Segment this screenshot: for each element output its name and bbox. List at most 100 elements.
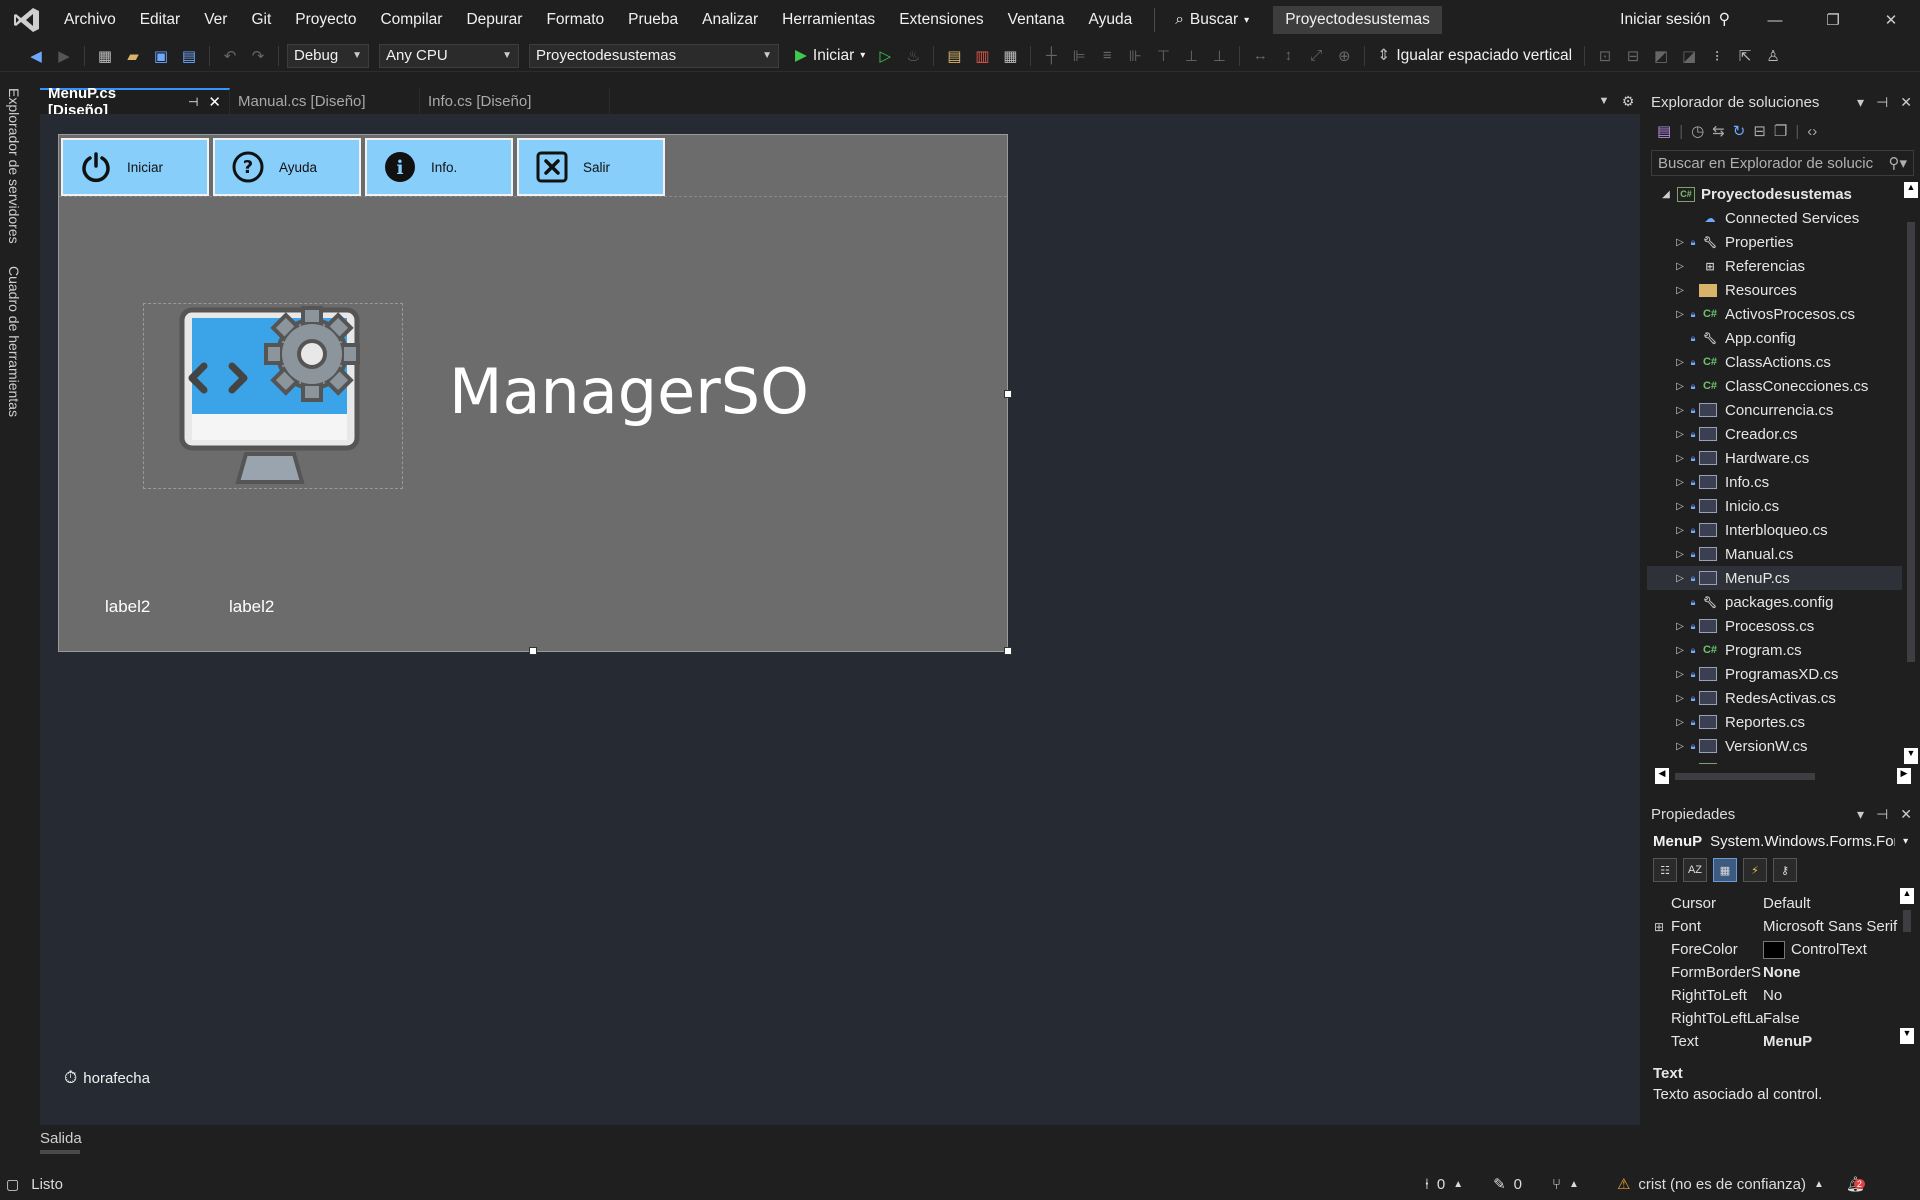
tree-vertical-scrollbar[interactable]: ▲ ▼ xyxy=(1902,182,1920,764)
tree-item[interactable]: ▷ 🔒︎ Hardware.cs xyxy=(1647,446,1920,470)
scroll-down-icon[interactable]: ▼ xyxy=(1904,748,1918,764)
scroll-left-icon[interactable]: ◀ xyxy=(1655,768,1669,784)
center-vertical-icon[interactable]: ⊟ xyxy=(1621,44,1645,68)
align-middle-icon[interactable]: ⊥ xyxy=(1179,44,1203,68)
expand-arrow-icon[interactable]: ▷ xyxy=(1673,237,1687,248)
startup-project-dropdown[interactable]: Proyectodesustemas ▼ xyxy=(529,43,779,68)
menu-herramientas[interactable]: Herramientas xyxy=(770,0,887,40)
chevron-down-icon[interactable]: ▾ xyxy=(1857,806,1864,823)
tree-item[interactable]: ▷ 🔒︎ Creador.cs xyxy=(1647,422,1920,446)
menu-git[interactable]: Git xyxy=(239,0,283,40)
property-object-selector[interactable]: MenuP System.Windows.Forms.For ▾ xyxy=(1647,828,1920,854)
property-row[interactable]: ForeColor ControlText xyxy=(1647,938,1920,961)
tab-menup-design[interactable]: MenuP.cs [Diseño] ⊣ ✕ xyxy=(40,85,230,119)
property-value[interactable]: False xyxy=(1763,1010,1920,1027)
expand-arrow-icon[interactable]: ▷ xyxy=(1673,525,1687,536)
menu-ver[interactable]: Ver xyxy=(192,0,239,40)
close-tab-icon[interactable]: ✕ xyxy=(208,93,221,111)
tree-item[interactable]: ▷ 🔒︎ RedesActivas.cs xyxy=(1647,686,1920,710)
pin-icon[interactable]: ⊣ xyxy=(1876,94,1888,111)
ayuda-button[interactable]: ? Ayuda xyxy=(213,138,361,196)
property-grid-scrollbar[interactable]: ▲ ▼ xyxy=(1898,888,1916,1044)
expand-arrow-icon[interactable]: ▷ xyxy=(1673,261,1687,272)
expand-arrow-icon[interactable]: ▷ xyxy=(1673,621,1687,632)
scroll-thumb[interactable] xyxy=(1907,222,1915,662)
send-back-icon[interactable]: ◪ xyxy=(1677,44,1701,68)
toolbox-tab[interactable]: Cuadro de herramientas xyxy=(6,266,22,417)
menu-ventana[interactable]: Ventana xyxy=(996,0,1077,40)
tree-item[interactable]: ▷ 🔒︎ VersionW.cs xyxy=(1647,734,1920,758)
property-value[interactable]: MenuP xyxy=(1763,1033,1920,1050)
switch-views-icon[interactable]: ▤ xyxy=(1657,122,1671,140)
expand-arrow-icon[interactable]: ▷ xyxy=(1673,501,1687,512)
property-value[interactable]: No xyxy=(1763,987,1920,1004)
gear-icon[interactable]: ⚙ xyxy=(1616,88,1640,114)
sync-icon[interactable]: ⇆ xyxy=(1712,122,1725,140)
tree-item[interactable]: ▷ Resources xyxy=(1647,278,1920,302)
platform-dropdown[interactable]: Any CPU ▼ xyxy=(379,43,519,68)
branch-icon[interactable]: ⑂ xyxy=(1552,1176,1561,1193)
forward-icon[interactable]: ▶ xyxy=(52,44,76,68)
show-all-files-icon[interactable]: ❐ xyxy=(1774,122,1787,140)
tree-item[interactable]: ▷ 🔒︎ Info.cs xyxy=(1647,470,1920,494)
size-to-grid-icon[interactable]: ⊕ xyxy=(1332,44,1356,68)
tree-item[interactable]: ☁ Connected Services xyxy=(1647,206,1920,230)
resize-handle-corner[interactable] xyxy=(1004,647,1012,655)
timer-component-tray[interactable]: ⏱ horafecha xyxy=(64,1068,150,1088)
expand-arrow-icon[interactable]: ▷ xyxy=(1673,405,1687,416)
property-row[interactable]: Cursor Default xyxy=(1647,892,1920,915)
tree-item[interactable]: 🔒︎ 🔧︎ App.config xyxy=(1647,326,1920,350)
property-value[interactable]: Microsoft Sans Serif xyxy=(1763,918,1920,935)
expand-arrow-icon[interactable]: ▷ xyxy=(1673,741,1687,752)
chevron-down-icon[interactable]: ▾ xyxy=(1857,94,1864,111)
pin-icon[interactable]: ⊣ xyxy=(188,95,198,109)
app-title-label[interactable]: ManagerSO xyxy=(449,355,809,428)
expand-arrow-icon[interactable]: ▷ xyxy=(1673,645,1687,656)
property-value[interactable]: None xyxy=(1763,964,1920,981)
scroll-up-icon[interactable]: ▲ xyxy=(1900,888,1914,904)
align-center-icon[interactable]: ≡ xyxy=(1095,44,1119,68)
center-horizontal-icon[interactable]: ⊡ xyxy=(1593,44,1617,68)
property-row[interactable]: FormBorderS None xyxy=(1647,961,1920,984)
code-view-icon[interactable]: ‹› xyxy=(1807,123,1817,140)
tab-list-dropdown-icon[interactable]: ▼ xyxy=(1592,88,1616,114)
tree-item[interactable]: ▷ 🔒︎ Manual.cs xyxy=(1647,542,1920,566)
collapse-all-icon[interactable]: ⊟ xyxy=(1753,122,1766,140)
align-top-icon[interactable]: ⊤ xyxy=(1151,44,1175,68)
menu-archivo[interactable]: Archivo xyxy=(52,0,128,40)
tab-info-design[interactable]: Info.cs [Diseño] xyxy=(420,88,610,114)
expand-arrow-icon[interactable]: ▷ xyxy=(1673,285,1687,296)
tree-item[interactable]: C# Tareas xyxy=(1647,758,1920,764)
back-icon[interactable]: ◀ xyxy=(24,44,48,68)
notifications-bell-icon[interactable]: 🔔︎2 xyxy=(1846,1175,1865,1193)
tree-item[interactable]: ▷ 🔒︎ MenuP.cs xyxy=(1647,566,1920,590)
tree-item[interactable]: ▷ 🔒︎ C# ActivosProcesos.cs xyxy=(1647,302,1920,326)
menu-prueba[interactable]: Prueba xyxy=(616,0,690,40)
open-folder-icon[interactable]: ▰ xyxy=(121,44,145,68)
scroll-thumb[interactable] xyxy=(1903,910,1911,932)
menu-extensiones[interactable]: Extensiones xyxy=(887,0,995,40)
minimize-button[interactable]: — xyxy=(1746,0,1804,40)
tab-order-view-icon[interactable]: ⁝ xyxy=(1705,44,1729,68)
tree-item[interactable]: ▷ 🔒︎ Interbloqueo.cs xyxy=(1647,518,1920,542)
logo-picturebox[interactable] xyxy=(143,303,403,489)
property-row[interactable]: RightToLeftLa False xyxy=(1647,1007,1920,1030)
expand-arrow-icon[interactable]: ▷ xyxy=(1673,669,1687,680)
signin-button[interactable]: Iniciar sesión ⚲ xyxy=(1620,0,1730,40)
trust-status-text[interactable]: crist (no es de confianza) xyxy=(1638,1176,1806,1193)
close-icon[interactable]: ✕ xyxy=(1900,94,1912,111)
tree-horizontal-scrollbar[interactable]: ◀ ▶ xyxy=(1655,768,1911,784)
property-pages-icon[interactable]: ⚷ xyxy=(1773,858,1797,882)
form-menup[interactable]: Iniciar ? Ayuda i Info. Salir ManagerSO … xyxy=(58,134,1012,655)
property-row[interactable]: Text MenuP xyxy=(1647,1030,1920,1053)
expand-arrow-icon[interactable]: ▷ xyxy=(1673,429,1687,440)
history-icon[interactable]: ◷ xyxy=(1691,122,1704,140)
visual-studio-logo-icon[interactable] xyxy=(12,5,42,35)
warning-repo-icon[interactable]: ⚠ xyxy=(1617,1175,1630,1193)
info-button[interactable]: i Info. xyxy=(365,138,513,196)
tree-item[interactable]: ▷ 🔒︎ Procesoss.cs xyxy=(1647,614,1920,638)
scroll-up-icon[interactable]: ▲ xyxy=(1904,182,1918,198)
scroll-down-icon[interactable]: ▼ xyxy=(1900,1028,1914,1044)
bring-front-icon[interactable]: ◩ xyxy=(1649,44,1673,68)
menu-proyecto[interactable]: Proyecto xyxy=(283,0,368,40)
